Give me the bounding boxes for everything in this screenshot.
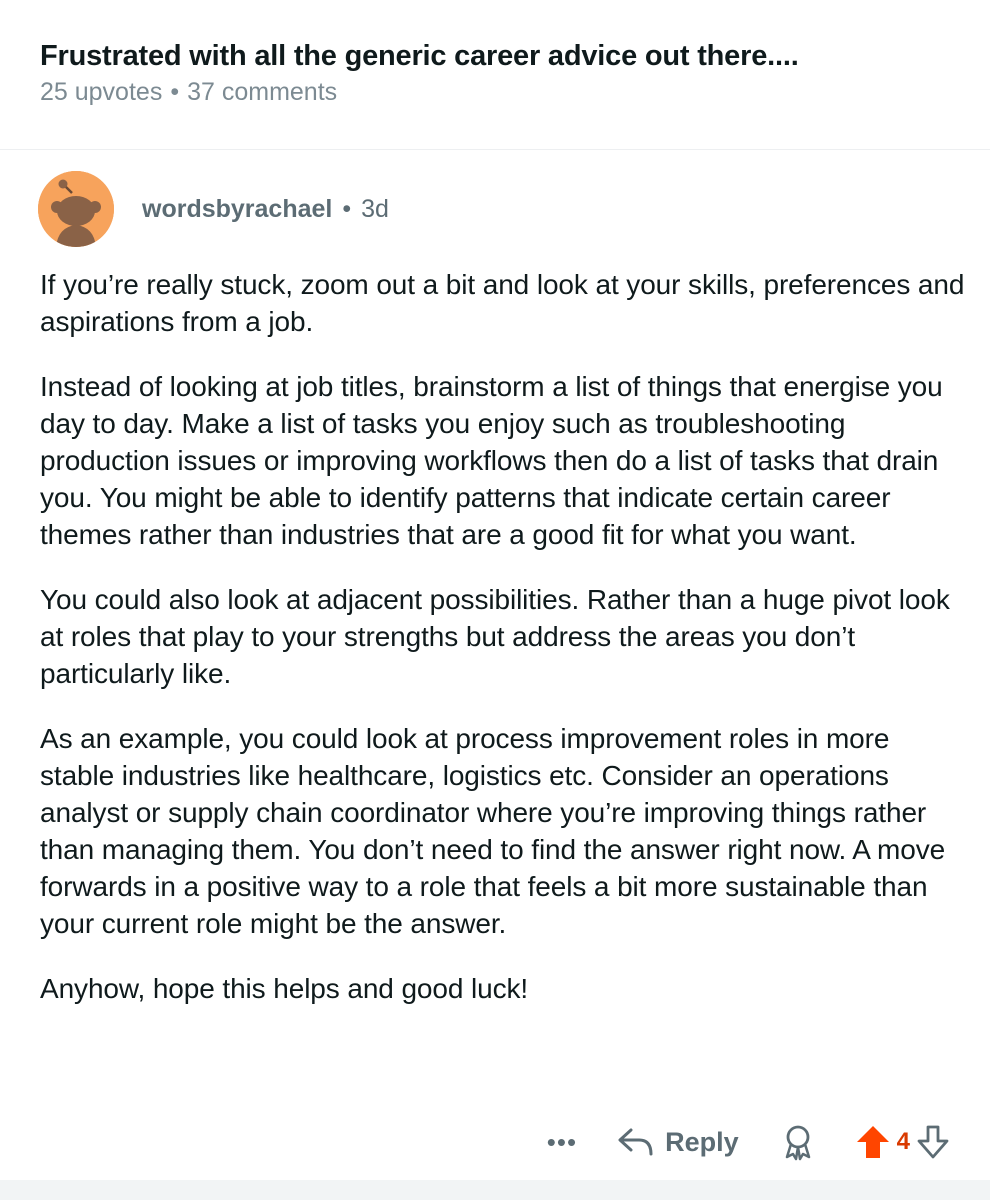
- comment-action-bar: ••• Reply 4: [547, 1115, 950, 1169]
- comment-paragraph: If you’re really stuck, zoom out a bit a…: [40, 269, 965, 337]
- comment-paragraph: You could also look at adjacent possibil…: [40, 584, 950, 689]
- bottom-divider: [0, 1180, 990, 1200]
- comment-author[interactable]: wordsbyrachael: [142, 195, 332, 224]
- post-meta: 25 upvotes • 37 comments: [40, 78, 337, 107]
- more-options-button[interactable]: •••: [547, 1129, 577, 1155]
- downvote-arrow-icon[interactable]: [916, 1124, 950, 1160]
- avatar[interactable]: [38, 171, 114, 247]
- comment-body: If you’re really stuck, zoom out a bit a…: [40, 266, 970, 1035]
- snoo-avatar-icon: [38, 171, 114, 247]
- reply-arrow-icon: [618, 1128, 653, 1156]
- comment-paragraph: Anyhow, hope this helps and good luck!: [40, 973, 529, 1004]
- reply-button[interactable]: Reply: [617, 1126, 739, 1158]
- post-title[interactable]: Frustrated with all the generic career a…: [40, 40, 799, 73]
- award-icon: [785, 1125, 810, 1161]
- author-separator: •: [342, 194, 352, 223]
- vote-count: 4: [896, 1128, 910, 1155]
- meta-separator: •: [170, 78, 180, 106]
- post-header: Frustrated with all the generic career a…: [0, 0, 990, 150]
- comment-paragraph: Instead of looking at job titles, brains…: [40, 371, 943, 550]
- upvote-count: 25 upvotes: [40, 78, 163, 106]
- upvote-arrow-icon[interactable]: [855, 1124, 891, 1160]
- comment-author-row: wordsbyrachael • 3d: [38, 170, 389, 248]
- reply-label: Reply: [665, 1126, 739, 1157]
- comment-count[interactable]: 37 comments: [187, 78, 337, 106]
- comment-age: 3d: [361, 194, 389, 223]
- vote-group: 4: [855, 1124, 950, 1160]
- award-button[interactable]: [781, 1123, 815, 1161]
- comment-paragraph: As an example, you could look at process…: [40, 723, 946, 939]
